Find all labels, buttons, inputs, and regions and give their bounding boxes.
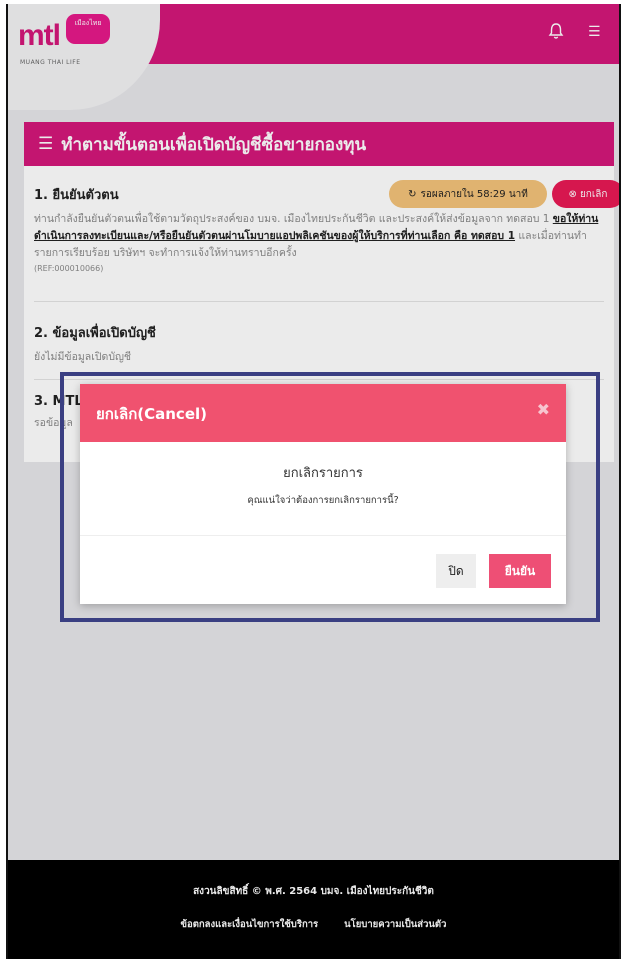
modal-title: ยกเลิก(Cancel): [96, 405, 207, 423]
app-frame: mtl เมืองไทย MUANG THAI LIFE ☰ ☰ ทำตามขั…: [6, 4, 621, 959]
cancel-modal: ยกเลิก(Cancel) ✖ ยกเลิกรายการ คุณแน่ใจว่…: [80, 384, 566, 604]
confirm-button[interactable]: ยืนยัน: [489, 554, 551, 588]
close-button[interactable]: ปิด: [436, 554, 476, 588]
modal-heading: ยกเลิกรายการ: [283, 466, 363, 481]
modal-header: ยกเลิก(Cancel) ✖: [80, 384, 566, 442]
modal-body: ยกเลิกรายการ คุณแน่ใจว่าต้องการยกเลิกราย…: [80, 442, 566, 536]
modal-message: คุณแน่ใจว่าต้องการยกเลิกรายการนี้?: [247, 495, 399, 506]
close-icon[interactable]: ✖: [537, 400, 550, 419]
